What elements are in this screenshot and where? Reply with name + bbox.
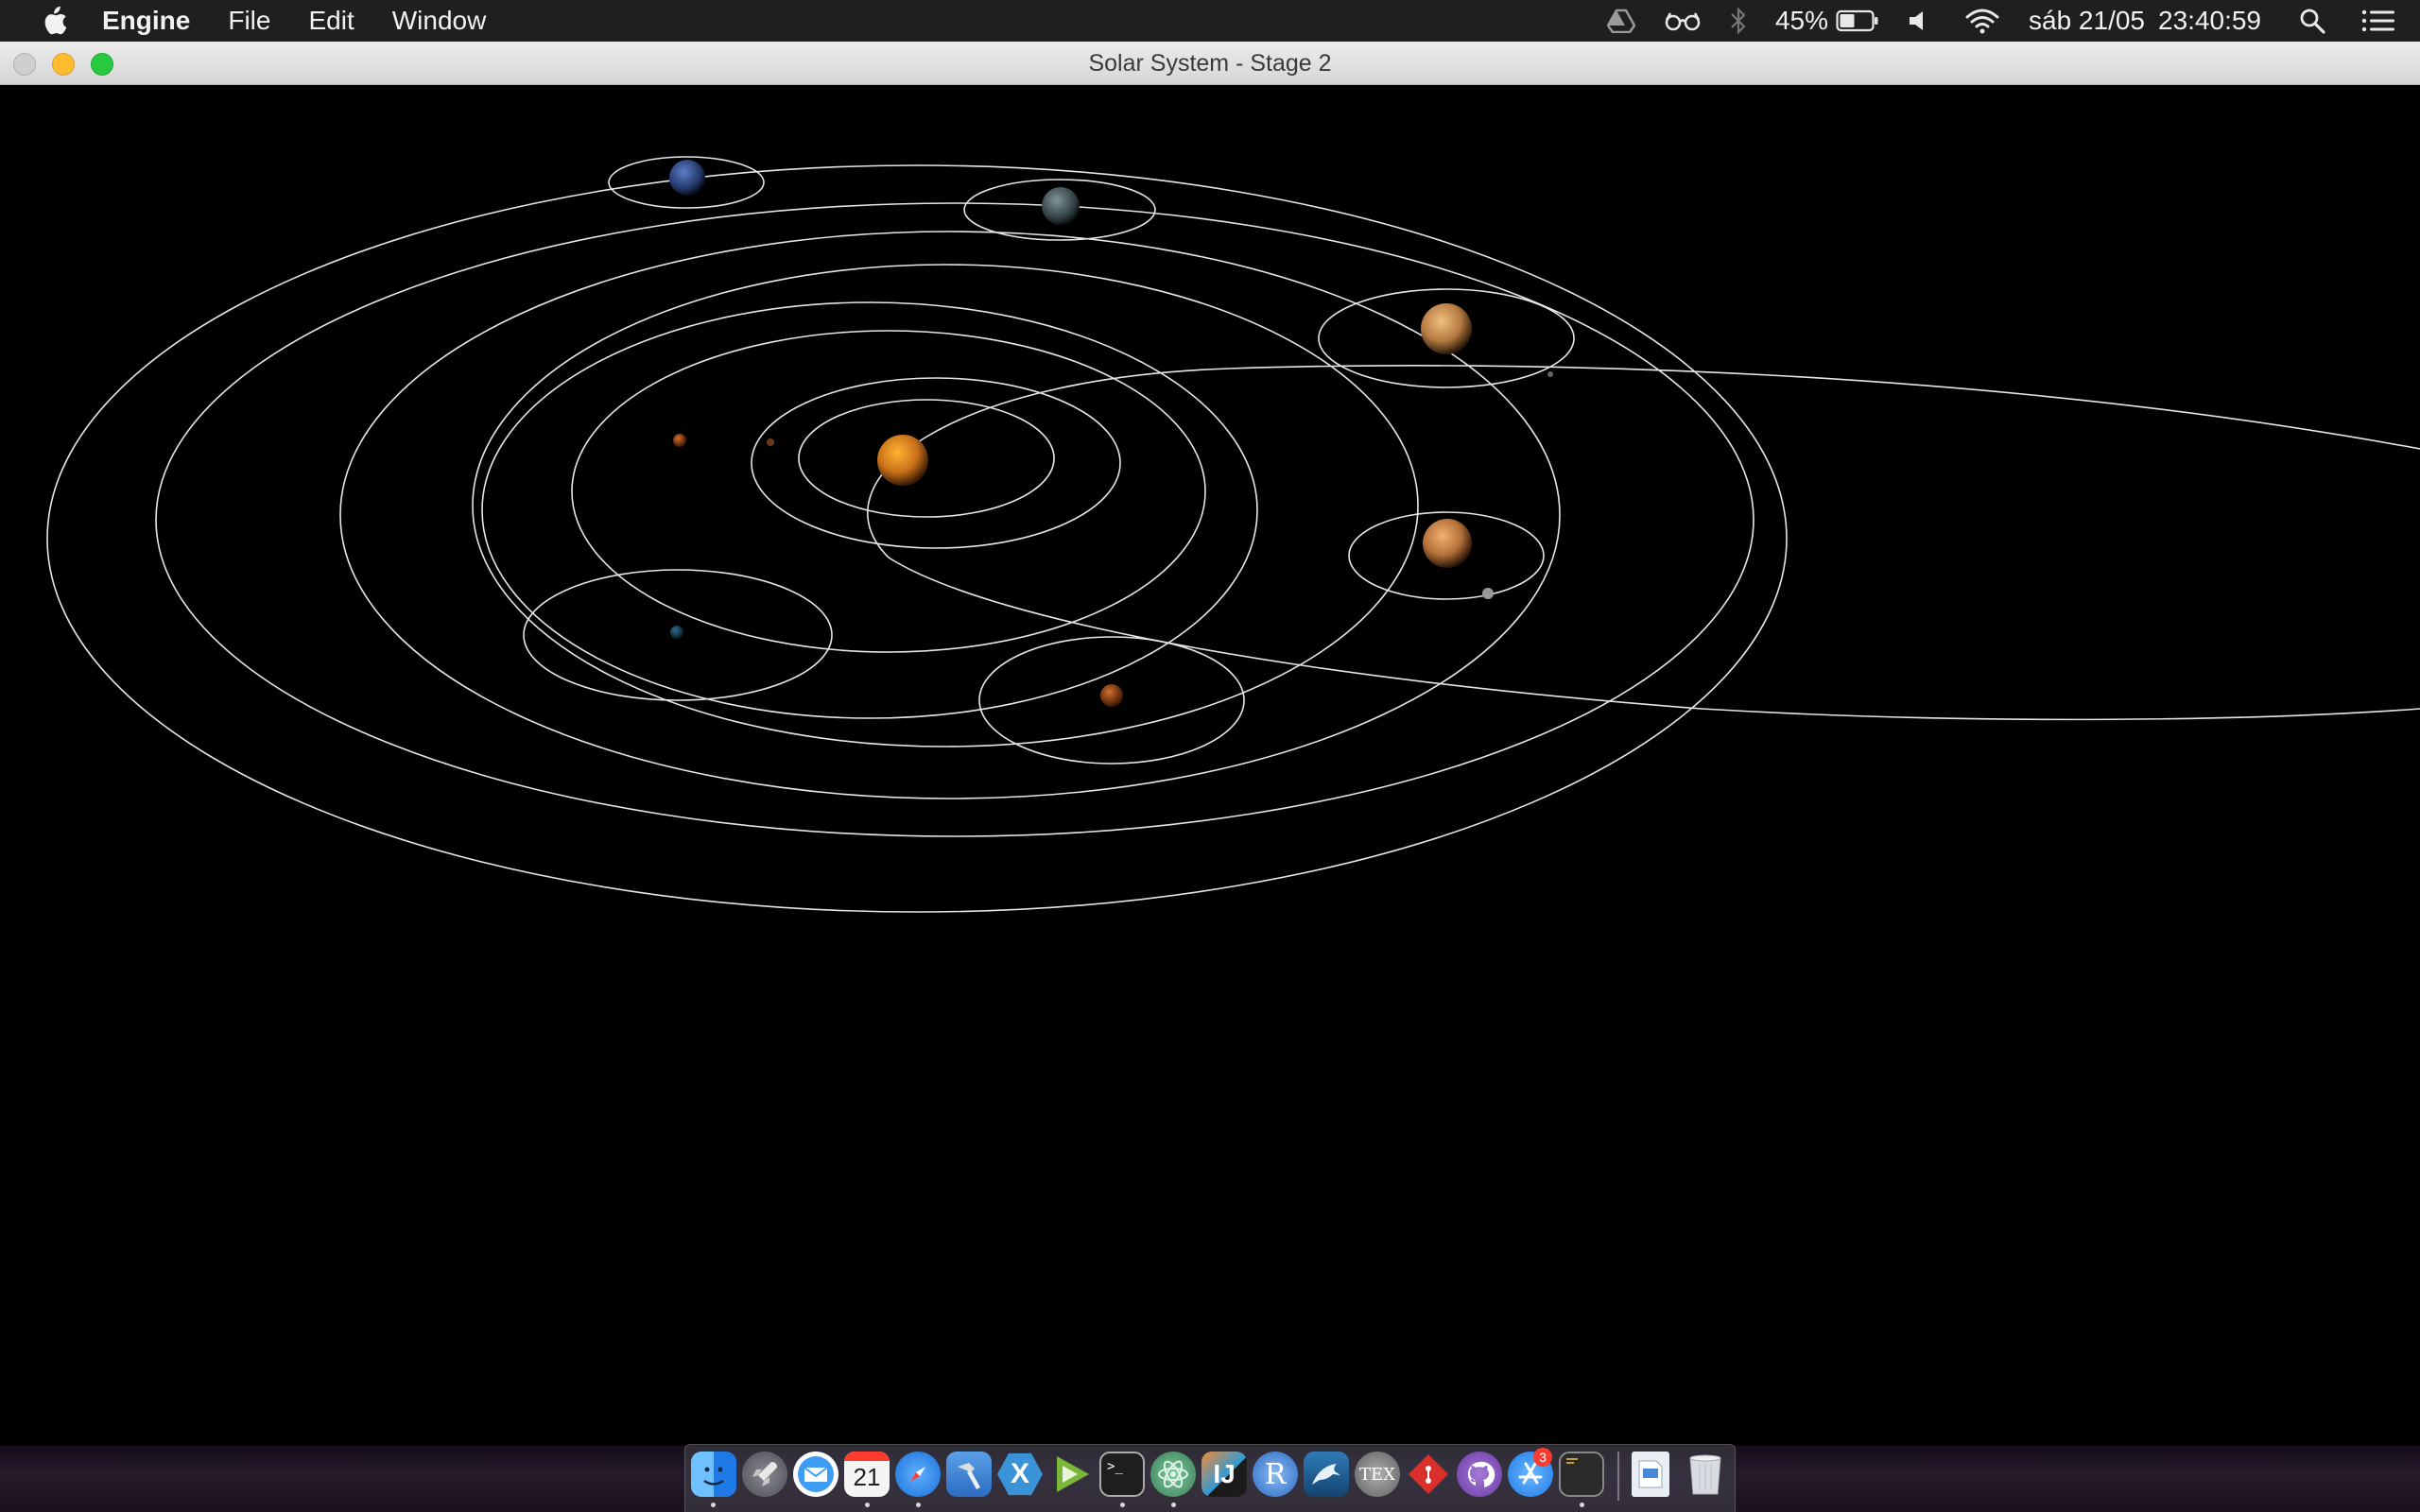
menubar-clock[interactable]: 23:40:59 [2158,6,2261,36]
calendar-day: 21 [853,1463,881,1491]
intellij-icon[interactable]: IJ [1201,1452,1247,1497]
google-drive-icon[interactable] [1606,9,1635,33]
calendar-icon[interactable]: 21 [844,1452,890,1497]
wifi-icon[interactable] [1964,8,2000,34]
r-icon[interactable]: R [1253,1452,1298,1497]
venus [673,434,686,447]
document-icon[interactable] [1632,1452,1669,1497]
hammer-icon[interactable] [946,1452,992,1497]
running-indicator [1120,1503,1125,1507]
apple-icon[interactable] [40,6,70,36]
window-titlebar[interactable]: Solar System - Stage 2 [0,42,2420,85]
moon [1482,588,1494,599]
spotlight-search-icon[interactable] [2299,8,2325,34]
play-icon[interactable] [1048,1452,1094,1497]
mercury [767,438,774,446]
app-store-badge: 3 [1533,1448,1552,1467]
bluetooth-icon[interactable] [1730,7,1747,35]
orbit-neptune [46,164,1788,913]
battery-icon[interactable] [1836,9,1879,32]
github-icon[interactable] [1457,1452,1502,1497]
menu-app-name[interactable]: Engine [102,0,190,42]
running-indicator [1580,1503,1584,1507]
rocket-icon[interactable] [742,1452,787,1497]
finder-icon[interactable] [691,1452,736,1497]
menu-edit[interactable]: Edit [308,0,354,42]
running-indicator [916,1503,921,1507]
glasses-icon[interactable] [1664,10,1702,31]
trash-icon[interactable] [1683,1452,1728,1497]
battery-percent: 45% [1774,6,1828,35]
console-icon[interactable] [1559,1452,1604,1497]
menu-window[interactable]: Window [392,0,487,42]
app-window: Solar System - Stage 2 [0,42,2420,1446]
running-indicator [1171,1503,1176,1507]
saturn [1423,519,1472,568]
orbit-venus [751,377,1121,549]
moon [1547,371,1553,377]
mars [1100,684,1123,707]
menu-file[interactable]: File [228,0,270,42]
atom-icon[interactable] [1150,1452,1196,1497]
sun [877,435,928,486]
running-indicator [711,1503,716,1507]
orbit-jupiter [472,264,1419,747]
jupiter [1421,303,1472,354]
calendar-header [844,1452,890,1461]
terminal-icon[interactable]: >_ [1099,1452,1145,1497]
render-viewport[interactable] [0,85,2420,1446]
notification-center-icon[interactable] [2361,9,2395,33]
dock-separator [1617,1452,1619,1501]
tex-icon[interactable]: TEX [1355,1452,1400,1497]
dolphin-icon[interactable] [1304,1452,1349,1497]
menubar-date[interactable]: sáb 21/05 [2029,6,2145,36]
menu-bar: Engine File Edit Window 45% sáb 21/05 23… [0,0,2420,42]
safari-compass-icon[interactable] [895,1452,941,1497]
earth [670,626,683,639]
uranus [1042,187,1080,225]
diamond-icon[interactable] [1406,1452,1451,1497]
volume-icon[interactable] [1908,9,1928,32]
orbit-comet [867,365,2420,721]
status-area: 45% sáb 21/05 23:40:59 [1606,0,2420,42]
neptune [669,160,705,196]
orbit-uranus [155,202,1754,837]
mail-icon[interactable] [793,1452,838,1497]
solar-system-scene [46,156,2420,913]
running-indicator [865,1503,870,1507]
window-title: Solar System - Stage 2 [1088,50,1332,77]
